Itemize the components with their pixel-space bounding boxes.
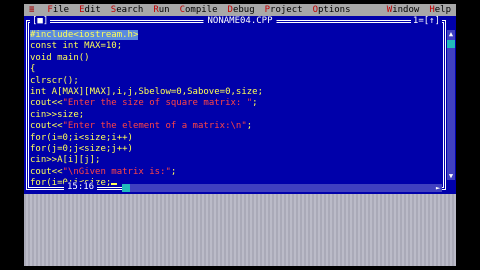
code-token: ; [252, 98, 258, 109]
code-token: ; [246, 121, 253, 132]
close-window-icon[interactable]: [■] [30, 16, 51, 26]
menu-file-label: ile [52, 5, 70, 15]
window-title: NONAME04.CPP [203, 16, 277, 26]
menu-debug[interactable]: Debug [223, 5, 260, 15]
code-line: const int MAX=10; [30, 41, 440, 52]
vertical-scrollbar[interactable]: ▲ ▼ [447, 30, 455, 180]
code-token: int A[MAX][MAX],i,j,Sbelow=0,Sabove=0,si… [30, 86, 263, 97]
string-literal: "Enter the size of square matrix: " [62, 98, 253, 109]
menu-edit-label: dit [84, 5, 101, 15]
code-line: for(i=0;i<size;i++) [30, 133, 440, 144]
code-token: #include<iostream.h> [30, 30, 139, 40]
code-token: cin>>A[i][j]; [30, 155, 101, 166]
menu-search-label: earch [116, 5, 144, 15]
code-token: const int MAX=10; [30, 41, 123, 52]
window-number-zoom[interactable]: 1=[↑] [410, 16, 442, 26]
menu-project-label: roject [270, 5, 303, 15]
menu-debug-label: ebug [232, 5, 255, 15]
menu-project[interactable]: Project [260, 5, 308, 15]
code-line: cout<<"\nGiven matrix is:"; [30, 167, 440, 178]
string-literal: "\nGiven matrix is:" [62, 166, 171, 177]
horizontal-scroll-thumb[interactable] [122, 184, 130, 192]
string-literal: "Enter the element of a matrix:\n" [62, 121, 247, 132]
menu-run[interactable]: Run [148, 5, 174, 15]
menu-run-label: un [158, 5, 170, 15]
editor-window: [■] NONAME04.CPP 1=[↑] #include<iostream… [24, 16, 456, 194]
menu-search[interactable]: Search [106, 5, 149, 15]
desktop-background [24, 194, 456, 266]
code-token: { [30, 64, 36, 75]
menu-help[interactable]: Help [424, 5, 456, 15]
scroll-up-icon[interactable]: ▲ [447, 30, 455, 38]
system-menu-icon[interactable]: ≡ [24, 5, 42, 15]
menu-window-label: indow [392, 5, 420, 15]
scroll-down-icon[interactable]: ▼ [447, 172, 455, 180]
code-token: for(i=0;i<size;i++) [30, 132, 133, 143]
code-line: cout<<"Enter the size of square matrix: … [30, 98, 440, 109]
cursor-position: 15:16 [64, 182, 98, 192]
code-editor[interactable]: #include<iostream.h> const int MAX=10; voi… [30, 30, 440, 188]
menu-compile[interactable]: Compile [175, 5, 223, 15]
menu-bar: ≡ File Edit Search Run Compile Debug Pro… [24, 4, 456, 16]
code-token: clrscr(); [30, 75, 79, 86]
menu-options-label: ptions [317, 5, 351, 15]
menu-file[interactable]: File [42, 5, 74, 15]
code-token: cout<< [30, 166, 63, 177]
code-line: #include<iostream.h> [30, 30, 440, 41]
menu-window[interactable]: Window [382, 5, 425, 15]
code-token: ; [170, 166, 177, 177]
code-line: { [30, 64, 440, 75]
code-token: cout<< [30, 121, 63, 132]
code-token: for(j=0;j<size;j++) [30, 143, 133, 154]
code-token: cin>>size; [30, 109, 85, 120]
window-status-row: 15:16 ► [24, 182, 456, 194]
code-token: cout<< [30, 98, 63, 109]
vertical-scroll-thumb[interactable] [447, 40, 455, 48]
code-line: cin>>A[i][j]; [30, 155, 440, 166]
ide-screen: ≡ File Edit Search Run Compile Debug Pro… [24, 4, 456, 266]
code-line: clrscr(); [30, 76, 440, 87]
horizontal-scrollbar[interactable]: ► [122, 184, 442, 192]
code-line: cout<<"Enter the element of a matrix:\n"… [30, 121, 440, 132]
code-line: void main() [30, 53, 440, 64]
window-title-bar: [■] NONAME04.CPP 1=[↑] [24, 16, 456, 28]
scroll-right-icon[interactable]: ► [434, 184, 442, 192]
menu-edit[interactable]: Edit [74, 5, 106, 15]
menu-options[interactable]: Options [308, 5, 356, 15]
code-token: void main() [30, 52, 90, 63]
code-line: int A[MAX][MAX],i,j,Sbelow=0,Sabove=0,si… [30, 87, 440, 98]
code-line: for(j=0;j<size;j++) [30, 144, 440, 155]
menu-help-label: elp [434, 5, 451, 15]
code-line: cin>>size; [30, 110, 440, 121]
menu-compile-label: ompile [185, 5, 218, 15]
